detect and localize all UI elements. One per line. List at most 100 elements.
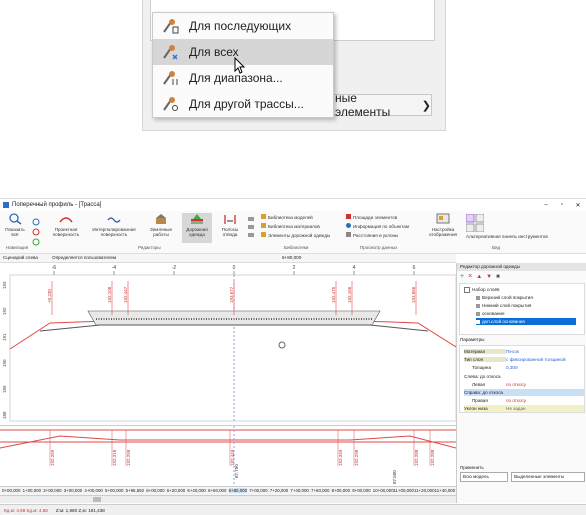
cross-section-canvas[interactable]: -6 -4 -2 0 2 4 6 193 192 191 190 189 188 +0.230 192.10… <box>0 263 457 423</box>
apply-selected-button[interactable]: Выделенные элементы <box>511 472 585 482</box>
prop-row[interactable]: Правая по откосу <box>464 397 584 404</box>
distances-slopes-button[interactable]: Расстояния и уклоны <box>346 232 398 238</box>
save-icon[interactable]: ■ <box>496 273 500 281</box>
minimize-button[interactable]: – <box>538 202 554 208</box>
prop-value[interactable]: Песок <box>506 349 519 354</box>
menu-item-following[interactable]: Для последующих <box>153 13 333 39</box>
horizontal-scrollbar[interactable] <box>0 495 456 503</box>
band-value: 192.288 <box>414 449 419 466</box>
insert-elements-button[interactable]: ные элементы ❯ <box>328 91 432 119</box>
elevation-band-drawing: 192.269 192.318 192.298 192.449 193.349 192.2… <box>0 426 457 486</box>
station-tick[interactable]: 6+20,000 <box>167 488 185 493</box>
station-strip[interactable]: 0+00,000 1+00,000 2+00,000 3+00,000 4+00,000… <box>0 486 456 495</box>
design-surface-button[interactable]: Проектная поверхность <box>46 213 86 237</box>
station-tick[interactable]: 1+00,000 <box>23 488 41 493</box>
station-tick[interactable]: 7+40,000 <box>290 488 308 493</box>
pavement-elements-label: Элементы дорожной одежды <box>268 233 331 238</box>
tree-item[interactable]: Верхний слой покрытия <box>476 294 533 301</box>
edit-tool-icon[interactable] <box>247 215 255 244</box>
left-scenario-label[interactable]: Сценарий слева <box>3 255 38 260</box>
prop-value[interactable]: по откосу <box>506 398 526 403</box>
left-scenario-value[interactable]: Определяется пользователем <box>52 255 116 260</box>
earthworks-label: Земляные работы <box>149 227 173 237</box>
band-center-value: 87.500 <box>392 470 397 484</box>
elevation-label: 192.108 <box>107 286 112 303</box>
station-tick[interactable]: 6+80,000 <box>228 488 248 493</box>
close-button[interactable]: ✕ <box>570 202 586 209</box>
object-info-button[interactable]: Информация по объектам <box>346 223 409 229</box>
prop-value[interactable]: 0,300 <box>506 365 518 370</box>
y-tick-label: 191 <box>2 333 7 341</box>
station-tick[interactable]: 7+20,000 <box>270 488 288 493</box>
materials-library-button[interactable]: Библиотека материалов <box>261 223 320 229</box>
tree-item[interactable]: Нижний слой покрытия <box>476 302 531 309</box>
group-editors-label: Редакторы <box>138 245 161 250</box>
alt-toolbar-toggle[interactable]: Альтернативная панель инструментов <box>466 234 548 239</box>
apply-scope-value: Всю модель <box>463 474 489 479</box>
models-library-button[interactable]: Библиотека моделей <box>261 214 313 220</box>
tree-item[interactable]: основание <box>476 310 505 317</box>
station-tick[interactable]: 11+20,000 <box>414 488 435 493</box>
display-settings-button[interactable]: Настройка отображения <box>426 213 460 237</box>
interpolated-surface-button[interactable]: Интерполированная поверхность <box>88 213 140 237</box>
band-center-value: 87.750 <box>234 464 239 478</box>
prop-row[interactable]: Слева: до откоса <box>464 373 584 380</box>
group-view-data-label: Просмотр данных <box>360 245 398 250</box>
earthworks-icon <box>154 213 168 225</box>
menu-item-other-route[interactable]: Для другой трассы... <box>153 91 333 117</box>
tree-item-label: основание <box>482 311 505 316</box>
tree-item-selected[interactable]: доп.слой основания <box>476 318 576 325</box>
scenario-bar: Сценарий слева Определяется пользователе… <box>0 254 456 263</box>
element-areas-button[interactable]: Площади элементов <box>346 214 397 220</box>
prop-value[interactable]: Не задан <box>506 406 526 411</box>
station-tick[interactable]: 6+00,000 <box>146 488 164 493</box>
y-tick-label: 188 <box>2 411 7 419</box>
delete-layer-icon[interactable]: × <box>468 273 472 281</box>
move-up-icon[interactable]: ▲ <box>476 273 482 281</box>
station-tick[interactable]: 7+00,000 <box>249 488 267 493</box>
station-tick[interactable]: 2+00,000 <box>43 488 61 493</box>
right-of-way-button[interactable]: Полосы отвода <box>216 213 244 237</box>
prop-row[interactable]: Уклон низа Не задан <box>464 405 584 412</box>
element-areas-label: Площади элементов <box>353 215 398 220</box>
apply-scope-select[interactable]: Всю модель <box>460 472 508 482</box>
tree-root[interactable]: Набор слоёв <box>464 286 499 293</box>
pan-icon[interactable] <box>32 233 40 251</box>
prop-row[interactable]: Левая по откосу <box>464 381 584 388</box>
show-all-button[interactable]: Показать всё <box>2 213 28 237</box>
prop-value[interactable]: с фиксированной толщиной <box>506 357 566 362</box>
station-tick[interactable]: 11+00,000 <box>393 488 414 493</box>
display-settings-label: Настройка отображения <box>428 227 458 237</box>
elevation-label: 193.866 <box>411 286 416 303</box>
station-tick[interactable]: 0+00,000 <box>2 488 20 493</box>
ribbon-toolbar: Показать всё Проектная поверхность Интер… <box>0 211 586 254</box>
station-tick[interactable]: 6+60,000 <box>208 488 226 493</box>
station-tick[interactable]: 6+40,000 <box>187 488 205 493</box>
add-layer-icon[interactable]: + <box>460 273 464 281</box>
maximize-button[interactable]: ▫ <box>554 202 570 208</box>
move-down-icon[interactable]: ▼ <box>486 273 492 281</box>
prop-row[interactable]: Справа: до откоса <box>464 389 584 396</box>
station-tick[interactable]: 3+00,000 <box>64 488 82 493</box>
prop-row[interactable]: Тип слоя с фиксированной толщиной <box>464 356 584 363</box>
pavement-elements-button[interactable]: Элементы дорожной одежды <box>261 232 330 238</box>
prop-row[interactable]: Толщина 0,300 <box>464 364 584 371</box>
tree-item-label: Нижний слой покрытия <box>482 303 532 308</box>
station-tick[interactable]: 5+96,692 <box>126 488 144 493</box>
pavement-button[interactable]: Дорожная одежда <box>182 213 212 243</box>
station-tick[interactable]: 8+00,000 <box>332 488 350 493</box>
station-tick[interactable]: 5+00,000 <box>105 488 123 493</box>
earthworks-button[interactable]: Земляные работы <box>146 213 176 237</box>
station-tick[interactable]: 9+00,000 <box>352 488 370 493</box>
station-tick[interactable]: 10+00,000 <box>373 488 394 493</box>
station-tick[interactable]: 7+60,000 <box>311 488 329 493</box>
params-title: Параметры <box>460 337 485 342</box>
tree-item-label: доп.слой основания <box>482 319 525 324</box>
panel-title: Редактор дорожной одежды <box>457 263 586 271</box>
prop-value[interactable]: по откосу <box>506 382 526 387</box>
station-tick[interactable]: 11+40,000 <box>435 488 456 493</box>
station-tick[interactable]: 4+00,000 <box>84 488 102 493</box>
prop-row[interactable]: Материал Песок <box>464 348 584 355</box>
scrollbar-thumb[interactable] <box>93 497 101 502</box>
apply-other-route-icon <box>161 95 179 113</box>
